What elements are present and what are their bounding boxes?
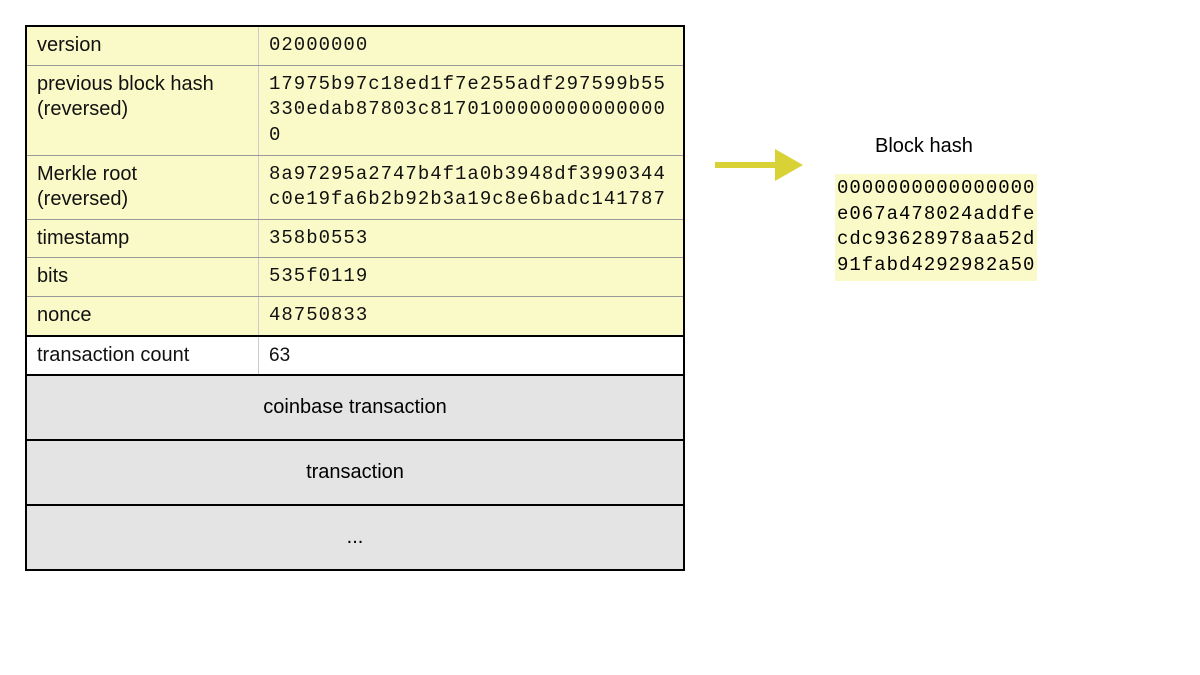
value-bits: 535f0119 (259, 258, 683, 296)
value-version: 02000000 (259, 27, 683, 65)
row-more-tx: ... (27, 506, 683, 569)
row-prev-hash: previous block hash (reversed) 17975b97c… (27, 66, 683, 156)
value-timestamp: 358b0553 (259, 220, 683, 258)
row-merkle-root: Merkle root (reversed) 8a97295a2747b4f1a… (27, 156, 683, 220)
block-hash-body: 0000000000000000 e067a478024addfe cdc936… (835, 174, 1037, 281)
row-nonce: nonce 48750833 (27, 297, 683, 335)
label-bits: bits (27, 258, 259, 296)
value-tx-count: 63 (259, 337, 683, 375)
label-timestamp: timestamp (27, 220, 259, 258)
arrow-icon (715, 149, 805, 181)
row-timestamp: timestamp 358b0553 (27, 220, 683, 259)
block-hash-title: Block hash (875, 135, 1037, 158)
value-prev-hash: 17975b97c18ed1f7e255adf297599b55 330edab… (259, 66, 683, 155)
row-coinbase-tx: coinbase transaction (27, 376, 683, 441)
row-bits: bits 535f0119 (27, 258, 683, 297)
row-transaction: transaction (27, 441, 683, 506)
block-hash-value: 0000000000000000 e067a478024addfe cdc936… (837, 176, 1035, 279)
arrow-column (715, 25, 805, 245)
label-tx-count: transaction count (27, 337, 259, 375)
row-tx-count: transaction count 63 (27, 335, 683, 377)
label-prev-hash: previous block hash (reversed) (27, 66, 259, 155)
diagram-wrap: version 02000000 previous block hash (re… (25, 25, 1175, 571)
block-hash-panel: Block hash 0000000000000000 e067a478024a… (835, 135, 1037, 281)
row-version: version 02000000 (27, 27, 683, 66)
value-merkle-root: 8a97295a2747b4f1a0b3948df3990344 c0e19fa… (259, 156, 683, 219)
label-merkle-root: Merkle root (reversed) (27, 156, 259, 219)
label-nonce: nonce (27, 297, 259, 335)
value-nonce: 48750833 (259, 297, 683, 335)
label-version: version (27, 27, 259, 65)
block-structure-table: version 02000000 previous block hash (re… (25, 25, 685, 571)
